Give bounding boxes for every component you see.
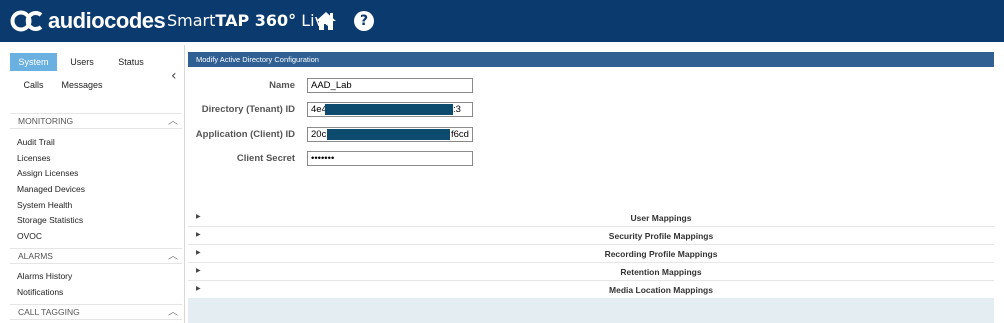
- client-secret-input[interactable]: •••••••: [307, 151, 473, 166]
- client-id-label: Application (Client) ID: [195, 129, 295, 140]
- client-id-suffix: f6cd: [451, 129, 469, 140]
- accordion-label: Retention Mappings: [620, 267, 702, 277]
- panel-title: Modify Active Directory Configuration: [188, 52, 994, 67]
- section-alarms-title: ALARMS: [18, 251, 53, 261]
- name-input[interactable]: AAD_Lab: [307, 78, 473, 93]
- accordion-user-mappings[interactable]: ▶ User Mappings: [188, 209, 994, 227]
- active-directory-panel: Modify Active Directory Configuration Na…: [188, 52, 994, 323]
- app-title-prefix: Smart: [167, 11, 216, 30]
- section-monitoring[interactable]: MONITORING ︿: [10, 113, 182, 129]
- tenant-id-label: Directory (Tenant) ID: [201, 104, 295, 115]
- section-monitoring-title: MONITORING: [18, 116, 74, 126]
- name-label: Name: [269, 80, 295, 91]
- chevron-up-icon: ︿: [168, 116, 178, 127]
- audiocodes-logo[interactable]: audiocodes: [10, 8, 166, 33]
- menu-storage-statistics[interactable]: Storage Statistics: [17, 215, 83, 225]
- client-secret-label: Client Secret: [236, 153, 295, 164]
- accordion-label: Media Location Mappings: [609, 285, 713, 295]
- tenant-id-suffix: :3: [453, 104, 461, 115]
- app-title-bold: TAP 360°: [215, 11, 297, 30]
- accordion-label: Recording Profile Mappings: [604, 249, 718, 259]
- accordion-label: Security Profile Mappings: [608, 231, 714, 241]
- menu-notifications[interactable]: Notifications: [17, 287, 63, 297]
- tab-messages[interactable]: Messages: [57, 76, 107, 94]
- top-header: audiocodes SmartTAP 360° Live ?: [0, 0, 1004, 42]
- help-icon[interactable]: ?: [354, 11, 374, 31]
- panel-footer: [188, 298, 994, 323]
- menu-audit-trail[interactable]: Audit Trail: [17, 137, 55, 147]
- home-icon[interactable]: [315, 11, 337, 31]
- tab-calls[interactable]: Calls: [10, 76, 57, 94]
- tab-users[interactable]: Users: [62, 53, 102, 71]
- accordion-security-profile-mappings[interactable]: ▶ Security Profile Mappings: [188, 227, 994, 245]
- menu-assign-licenses[interactable]: Assign Licenses: [17, 168, 78, 178]
- menu-licenses[interactable]: Licenses: [17, 153, 51, 163]
- menu-managed-devices[interactable]: Managed Devices: [17, 184, 85, 194]
- audiocodes-logo-mark-icon: [10, 10, 44, 32]
- menu-ovoc[interactable]: OVOC: [17, 231, 42, 241]
- chevron-up-icon: ︿: [168, 307, 178, 318]
- menu-system-health[interactable]: System Health: [17, 200, 72, 210]
- section-call-tagging-title: CALL TAGGING: [18, 307, 80, 317]
- tab-system[interactable]: System: [10, 53, 57, 71]
- logo-text: audiocodes: [48, 8, 166, 33]
- section-call-tagging[interactable]: CALL TAGGING ︿: [10, 304, 182, 320]
- client-id-input[interactable]: 20c f6cd: [307, 127, 473, 142]
- accordion-label: User Mappings: [630, 213, 692, 223]
- tenant-id-input[interactable]: 4e4 :3: [307, 102, 473, 117]
- app-title: SmartTAP 360° Live: [167, 11, 334, 30]
- accordion-recording-profile-mappings[interactable]: ▶ Recording Profile Mappings: [188, 245, 994, 263]
- menu-alarms-history[interactable]: Alarms History: [17, 271, 72, 281]
- accordion-media-location-mappings[interactable]: ▶ Media Location Mappings: [188, 281, 994, 299]
- client-id-prefix: 20c: [311, 129, 327, 140]
- redaction-bar: [327, 129, 450, 140]
- chevron-up-icon: ︿: [168, 251, 178, 262]
- redaction-bar: [325, 104, 453, 115]
- tab-status[interactable]: Status: [107, 53, 155, 71]
- section-alarms[interactable]: ALARMS ︿: [10, 248, 182, 264]
- accordion-retention-mappings[interactable]: ▶ Retention Mappings: [188, 263, 994, 281]
